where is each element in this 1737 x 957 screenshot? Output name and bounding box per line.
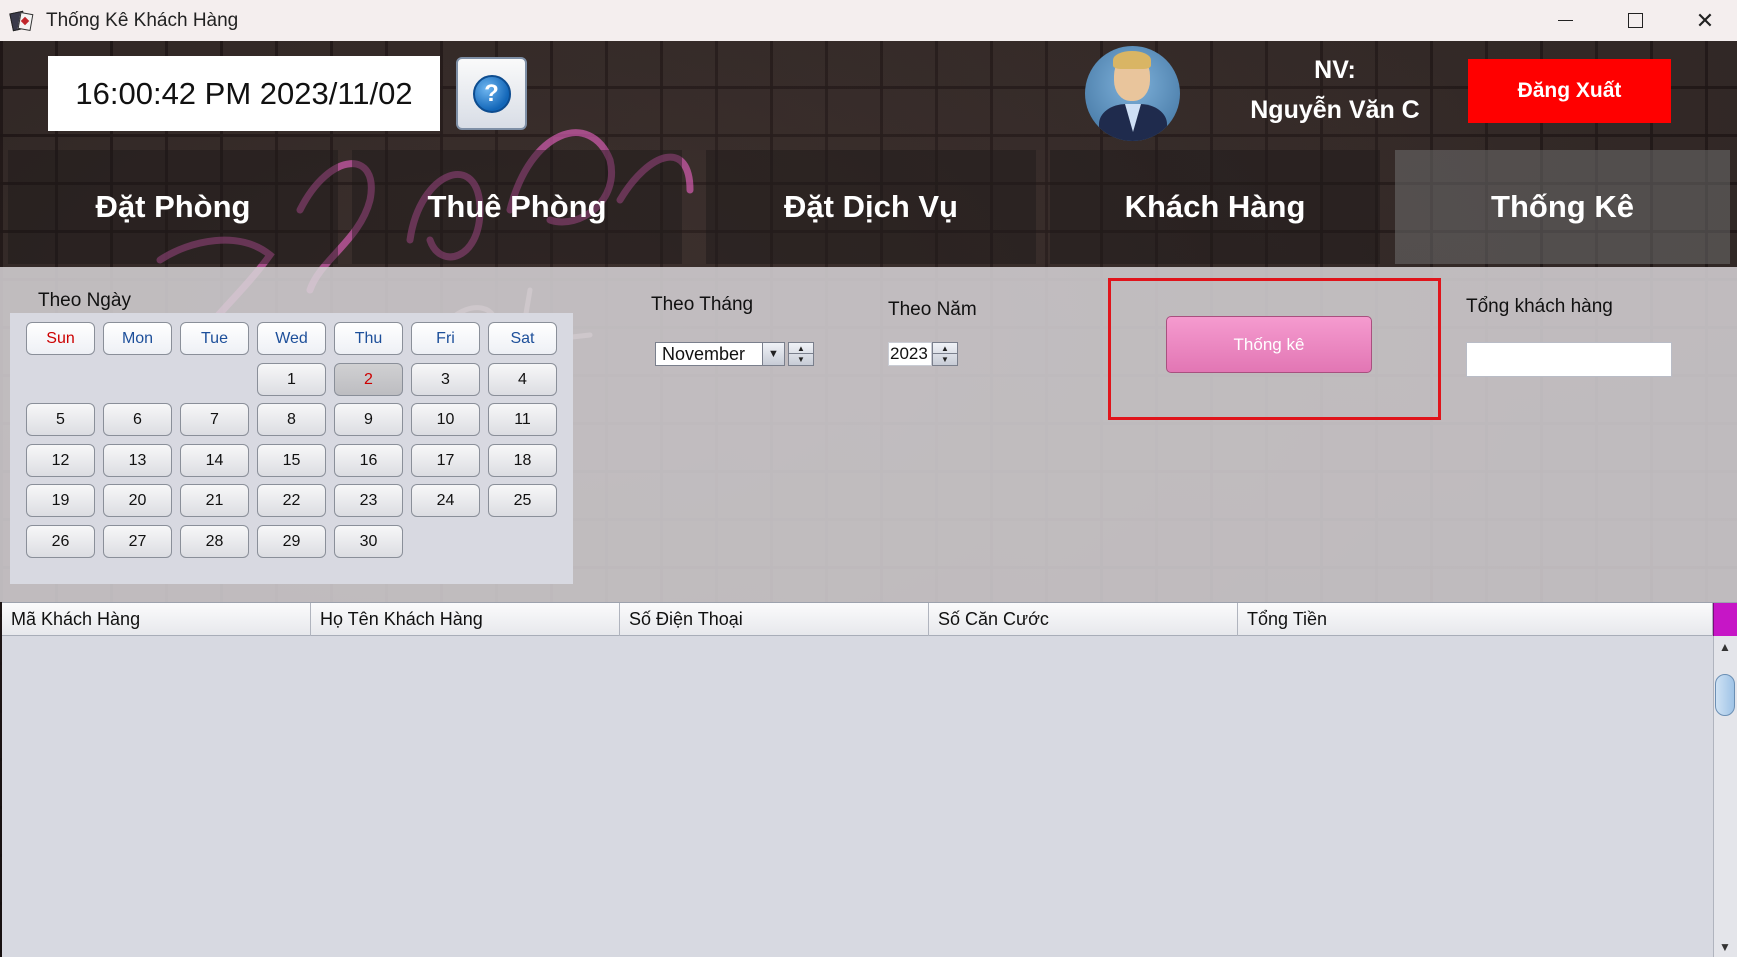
calendar-day[interactable]: 11 [488, 403, 557, 436]
calendar-day[interactable]: 3 [411, 363, 480, 396]
table-column-header[interactable]: Tổng Tiền [1238, 603, 1713, 636]
table-column-header[interactable]: Số Điện Thoại [620, 603, 929, 636]
calendar-day[interactable]: 6 [103, 403, 172, 436]
total-customers-field[interactable] [1466, 342, 1672, 377]
calendar-day[interactable]: 14 [180, 444, 249, 477]
month-filter-label: Theo Tháng [651, 294, 754, 315]
chevron-down-icon[interactable]: ▼ [762, 343, 784, 365]
clock-display: 16:00:42 PM 2023/11/02 [48, 56, 440, 131]
calendar-day[interactable]: 20 [103, 484, 172, 517]
calendar-day[interactable]: 27 [103, 525, 172, 558]
calendar-day[interactable]: 13 [103, 444, 172, 477]
logout-button[interactable]: Đăng Xuất [1468, 59, 1671, 123]
scroll-up-icon[interactable]: ▲ [1716, 638, 1734, 656]
employee-label: NV: [1314, 56, 1356, 84]
calendar-day[interactable]: 19 [26, 484, 95, 517]
tab-dat-phong[interactable]: Đặt Phòng [8, 150, 338, 264]
total-customers-label: Tổng khách hàng [1466, 296, 1613, 317]
calendar-day[interactable]: 17 [411, 444, 480, 477]
table-corner [1713, 603, 1737, 636]
calendar-weekday-header: Sat [488, 322, 557, 355]
calendar-weekday-header: Tue [180, 322, 249, 355]
calendar-day[interactable]: 22 [257, 484, 326, 517]
calendar-day[interactable]: 5 [26, 403, 95, 436]
month-select[interactable]: November ▼ [655, 342, 785, 366]
calendar-day[interactable]: 16 [334, 444, 403, 477]
calendar-day[interactable]: 23 [334, 484, 403, 517]
maximize-button[interactable] [1600, 0, 1670, 41]
year-input[interactable]: 2023 [888, 342, 932, 366]
calendar-day[interactable]: 8 [257, 403, 326, 436]
calendar-day[interactable]: 2 [334, 363, 403, 396]
year-spinner[interactable]: ▲ ▼ [932, 342, 958, 366]
close-icon: ✕ [1695, 7, 1715, 33]
calendar-day[interactable]: 28 [180, 525, 249, 558]
app-icon [9, 9, 34, 33]
employee-name: Nguyễn Văn C [1250, 96, 1420, 124]
year-filter-label: Theo Năm [888, 299, 977, 320]
spinner-up-icon[interactable]: ▲ [933, 343, 957, 354]
avatar [1085, 46, 1180, 141]
close-button[interactable]: ✕ [1670, 0, 1737, 41]
calendar-day[interactable]: 1 [257, 363, 326, 396]
help-button[interactable]: ? [456, 57, 527, 130]
tab-thong-ke[interactable]: Thống Kê [1395, 150, 1730, 264]
window-title: Thống Kê Khách Hàng [46, 9, 239, 31]
table-column-header[interactable]: Số Căn Cước [929, 603, 1238, 636]
calendar-day[interactable]: 18 [488, 444, 557, 477]
calendar-weekday-header: Fri [411, 322, 480, 355]
minimize-button[interactable] [1530, 0, 1600, 41]
maximize-icon [1627, 13, 1643, 28]
calendar-day[interactable]: 30 [334, 525, 403, 558]
statistics-button[interactable]: Thống kê [1166, 316, 1372, 373]
minimize-icon [1557, 19, 1573, 22]
calendar-weekday-header: Wed [257, 322, 326, 355]
calendar-day[interactable]: 4 [488, 363, 557, 396]
calendar-day[interactable]: 7 [180, 403, 249, 436]
calendar-weekday-header: Mon [103, 322, 172, 355]
calendar-day[interactable]: 15 [257, 444, 326, 477]
calendar-day[interactable]: 10 [411, 403, 480, 436]
calendar-day[interactable]: 29 [257, 525, 326, 558]
calendar-day[interactable]: 9 [334, 403, 403, 436]
spinner-up-icon[interactable]: ▲ [789, 343, 813, 354]
help-icon: ? [472, 74, 511, 113]
tab-dat-dich-vu[interactable]: Đặt Dịch Vụ [706, 150, 1036, 264]
calendar-day[interactable]: 21 [180, 484, 249, 517]
calendar-day[interactable]: 12 [26, 444, 95, 477]
table-column-header[interactable]: Mã Khách Hàng [2, 603, 311, 636]
customer-table: Mã Khách Hàng Họ Tên Khách Hàng Số Điện Th… [2, 602, 1737, 957]
spinner-down-icon[interactable]: ▼ [789, 354, 813, 365]
window-titlebar: Thống Kê Khách Hàng ✕ [0, 0, 1737, 41]
calendar-day[interactable]: 26 [26, 525, 95, 558]
tab-thue-phong[interactable]: Thuê Phòng [352, 150, 682, 264]
calendar-day[interactable]: 25 [488, 484, 557, 517]
calendar-weekday-header: Sun [26, 322, 95, 355]
calendar-day[interactable]: 24 [411, 484, 480, 517]
table-column-header[interactable]: Họ Tên Khách Hàng [311, 603, 620, 636]
calendar: Sun Mon Tue Wed Thu Fri Sat 1 2 3 4 5 6 7 8 9 10 11 12 13 14… [10, 313, 573, 584]
day-filter-label: Theo Ngày [38, 290, 131, 311]
spinner-down-icon[interactable]: ▼ [933, 354, 957, 365]
table-header: Mã Khách Hàng Họ Tên Khách Hàng Số Điện Th… [2, 603, 1713, 636]
scroll-thumb[interactable] [1715, 674, 1735, 716]
month-spinner[interactable]: ▲ ▼ [788, 342, 814, 366]
month-select-value: November [662, 343, 746, 364]
scroll-down-icon[interactable]: ▼ [1716, 938, 1734, 956]
vertical-scrollbar[interactable]: ▲ ▼ [1713, 636, 1737, 957]
calendar-weekday-header: Thu [334, 322, 403, 355]
tab-khach-hang[interactable]: Khách Hàng [1050, 150, 1380, 264]
